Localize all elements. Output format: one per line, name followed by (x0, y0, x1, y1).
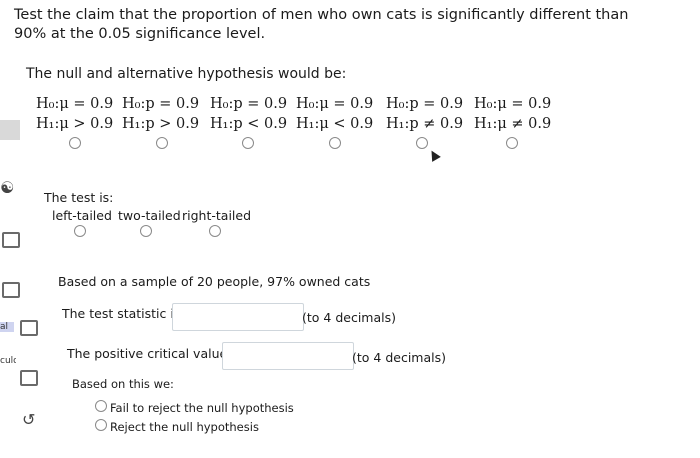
h0-option-4: H₀:μ = 0.9 (296, 96, 374, 112)
refresh-icon[interactable]: ↺ (22, 410, 35, 429)
fail-to-reject-label[interactable]: Fail to reject the null hypothesis (110, 401, 294, 415)
test-type-right-radio[interactable] (209, 225, 221, 237)
test-type-right-label: right-tailed (182, 208, 252, 223)
test-type-two-label: two-tailed (118, 208, 181, 223)
hypothesis-radio-5[interactable] (416, 137, 428, 149)
reject-label[interactable]: Reject the null hypothesis (110, 420, 259, 434)
h1-option-1: H₁:μ > 0.9 (36, 116, 114, 132)
side-text-fragment: culd (0, 356, 16, 366)
side-text-fragment: al (0, 322, 14, 332)
test-type-two-radio[interactable] (140, 225, 152, 237)
test-type-left-label: left-tailed (52, 208, 112, 223)
calendar-icon[interactable] (2, 232, 20, 248)
test-statistic-input[interactable] (172, 303, 304, 331)
test-type-heading: The test is: (44, 190, 114, 205)
h1-option-2: H₁:p > 0.9 (122, 116, 200, 132)
mail-icon[interactable] (2, 282, 20, 298)
h0-option-3: H₀:p = 0.9 (210, 96, 288, 112)
hypothesis-radio-6[interactable] (506, 137, 518, 149)
reject-radio[interactable] (95, 419, 107, 431)
h1-option-3: H₁:p < 0.9 (210, 116, 288, 132)
hypothesis-radio-1[interactable] (69, 137, 81, 149)
side-panel-fragment (0, 120, 20, 140)
fail-to-reject-radio[interactable] (95, 400, 107, 412)
h0-option-1: H₀:μ = 0.9 (36, 96, 114, 112)
hypothesis-radio-3[interactable] (242, 137, 254, 149)
document-icon[interactable] (20, 320, 38, 336)
people-icon[interactable]: ☯ (0, 178, 14, 197)
test-statistic-label: The test statistic is: (62, 306, 185, 321)
sample-description: Based on a sample of 20 people, 97% owne… (58, 274, 371, 289)
question-prompt: Test the claim that the proportion of me… (14, 7, 629, 42)
conclusion-heading: Based on this we: (72, 377, 174, 391)
h1-option-6: H₁:μ ≠ 0.9 (474, 116, 552, 132)
critical-value-label: The positive critical value is: (67, 346, 246, 361)
critical-value-hint: (to 4 decimals) (352, 350, 446, 365)
test-statistic-hint: (to 4 decimals) (302, 310, 396, 325)
edit-icon[interactable] (20, 370, 38, 386)
h0-option-5: H₀:p = 0.9 (386, 96, 464, 112)
critical-value-input[interactable] (222, 342, 354, 370)
h1-option-5: H₁:p ≠ 0.9 (386, 116, 464, 132)
mouse-cursor-icon (427, 148, 441, 162)
h0-option-6: H₀:μ = 0.9 (474, 96, 552, 112)
h0-option-2: H₀:p = 0.9 (122, 96, 200, 112)
hypotheses-heading: The null and alternative hypothesis woul… (26, 66, 347, 82)
test-type-left-radio[interactable] (74, 225, 86, 237)
hypothesis-radio-2[interactable] (156, 137, 168, 149)
hypothesis-radio-4[interactable] (329, 137, 341, 149)
h1-option-4: H₁:μ < 0.9 (296, 116, 374, 132)
